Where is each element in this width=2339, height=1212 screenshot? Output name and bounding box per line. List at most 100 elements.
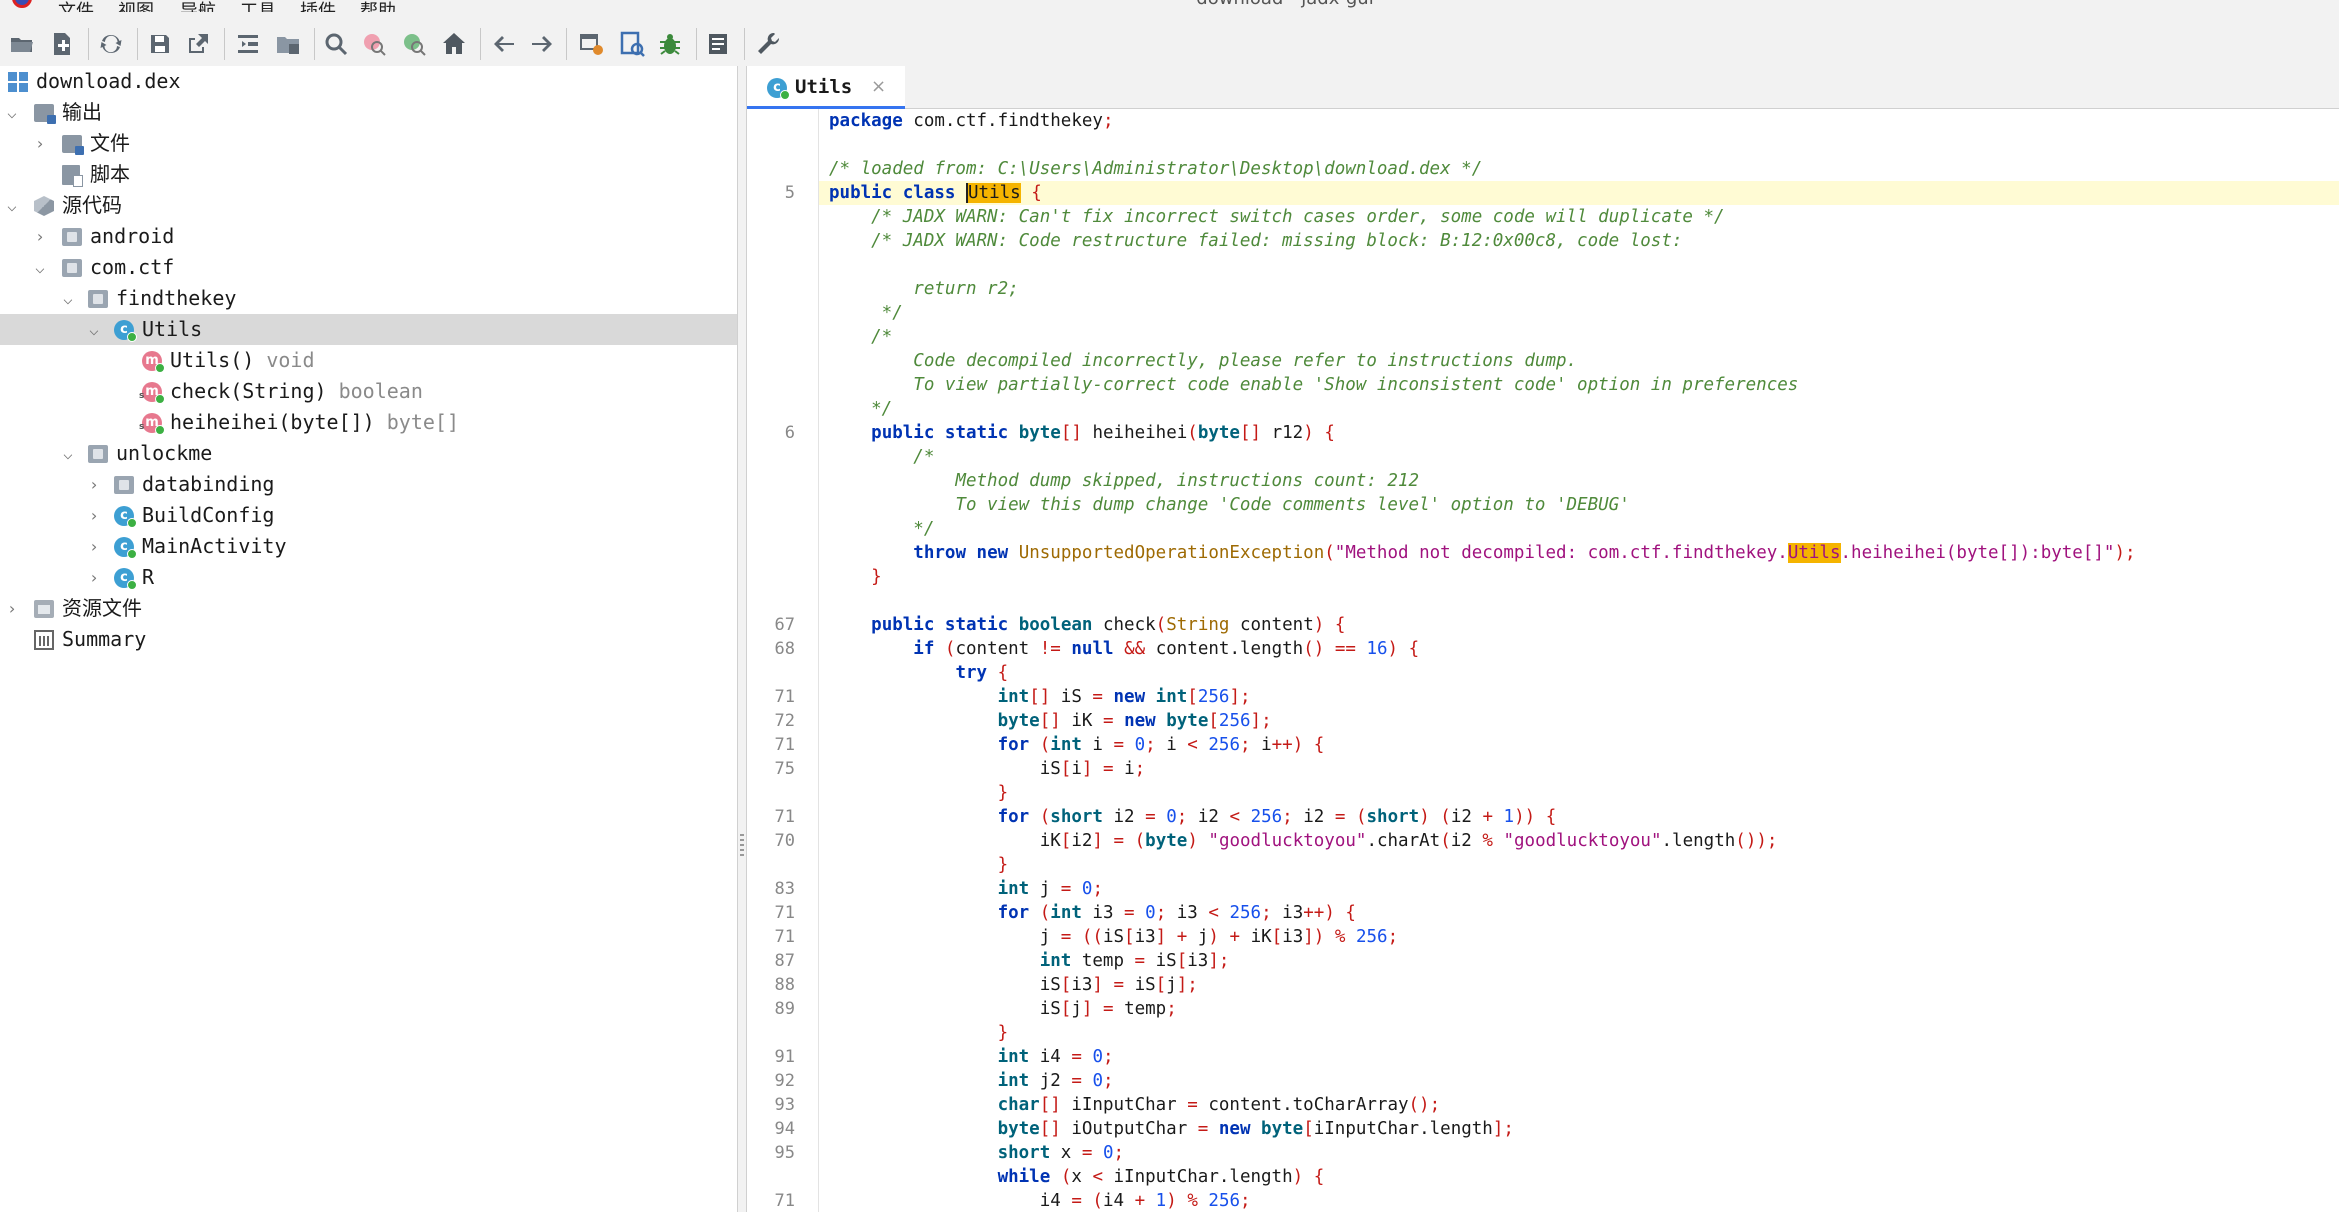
code-line: byte[] iOutputChar = new byte[iInputChar… xyxy=(997,1119,1514,1139)
code-line: j = ((iS[i3] + j) + iK[i3]) % 256; xyxy=(829,927,1399,947)
method-name: Utils() xyxy=(170,348,255,372)
code-line: for (short i2 = 0; i2 < 256; i2 = (short… xyxy=(997,807,1557,827)
chevron-right-icon[interactable]: › xyxy=(84,562,104,593)
tree-node-method-check[interactable]: m check(String) boolean xyxy=(0,376,737,407)
tree-node-label: BuildConfig xyxy=(142,503,275,527)
tree-node-android[interactable]: › android xyxy=(0,221,737,252)
tree-node-summary[interactable]: Summary xyxy=(0,624,737,655)
tree-node-label: 输出 xyxy=(62,100,102,124)
tree-node-utils[interactable]: ⌵ c Utils xyxy=(0,314,737,345)
chevron-down-icon[interactable]: ⌵ xyxy=(58,283,78,314)
chevron-right-icon[interactable]: › xyxy=(84,469,104,500)
tree-node-scripts[interactable]: 脚本 xyxy=(0,159,737,190)
line-number: 94 xyxy=(774,1119,795,1139)
line-number: 71 xyxy=(774,807,795,827)
tree-node-method-heiheihei[interactable]: m heiheihei(byte[]) byte[] xyxy=(0,407,737,438)
export-icon[interactable] xyxy=(182,28,214,60)
preferences-icon[interactable] xyxy=(752,28,784,60)
save-all-icon[interactable] xyxy=(144,28,176,60)
flat-packages-icon[interactable] xyxy=(272,28,304,60)
splitter-grip-icon[interactable] xyxy=(740,834,744,856)
code-line: i4 = (i4 + 1) % 256; xyxy=(829,1191,1251,1211)
line-number xyxy=(747,541,795,565)
code-line: */ xyxy=(829,519,935,539)
close-icon[interactable]: × xyxy=(871,66,886,108)
panel-splitter[interactable] xyxy=(738,66,746,1212)
tab-label: Utils xyxy=(795,76,853,98)
chevron-down-icon[interactable]: ⌵ xyxy=(2,190,22,221)
tab-utils[interactable]: c Utils × xyxy=(747,66,905,109)
line-number: 91 xyxy=(774,1047,795,1067)
back-icon[interactable] xyxy=(488,28,520,60)
tree-node-label: download.dex xyxy=(36,69,181,93)
line-number: 5 xyxy=(784,183,795,203)
code-line: byte[] iK = new byte[256]; xyxy=(997,711,1272,731)
code-view[interactable]: 5 6 67 68 71 72 71 75 71 70 83 71 71 87 88 89 91 92 93 94 95… xyxy=(747,109,2339,1212)
find-class-icon[interactable] xyxy=(358,28,390,60)
forward-icon[interactable] xyxy=(526,28,558,60)
code-line: short x = 0; xyxy=(997,1143,1125,1163)
line-number: 68 xyxy=(774,639,795,659)
tree-node-mainactivity[interactable]: › c MainActivity xyxy=(0,531,737,562)
tree-node-source-code[interactable]: ⌵ 源代码 xyxy=(0,190,737,221)
tree-node-output[interactable]: ⌵ 输出 xyxy=(0,97,737,128)
chevron-down-icon[interactable]: ⌵ xyxy=(30,252,50,283)
tree-node-databinding[interactable]: › databinding xyxy=(0,469,737,500)
chevron-right-icon[interactable]: › xyxy=(30,128,50,159)
line-number: 93 xyxy=(774,1095,795,1115)
tree-node-resources[interactable]: › 资源文件 xyxy=(0,593,737,624)
tree-node-download-dex[interactable]: download.dex xyxy=(0,66,737,97)
code-line: iS[i] = i; xyxy=(829,759,1146,779)
tree-node-buildconfig[interactable]: › c BuildConfig xyxy=(0,500,737,531)
chevron-down-icon[interactable]: ⌵ xyxy=(84,314,104,345)
tree-node-label: Utils xyxy=(142,317,203,341)
package-icon xyxy=(62,228,82,246)
code-line: Method dump skipped, instructions count:… xyxy=(829,471,1420,491)
debug-icon[interactable] xyxy=(654,28,686,60)
code-line: int j2 = 0; xyxy=(997,1071,1114,1091)
line-number xyxy=(747,469,795,493)
code-line: for (int i = 0; i < 256; i++) { xyxy=(997,735,1325,755)
deobfuscation-icon[interactable] xyxy=(576,28,608,60)
add-files-icon[interactable] xyxy=(46,28,78,60)
line-number xyxy=(747,325,795,349)
code-line: /* xyxy=(829,327,893,347)
chevron-right-icon[interactable]: › xyxy=(84,531,104,562)
find-usage-icon[interactable] xyxy=(398,28,430,60)
tree-node-files[interactable]: › 文件 xyxy=(0,128,737,159)
home-icon[interactable] xyxy=(438,28,470,60)
tree-node-unlockme[interactable]: ⌵ unlockme xyxy=(0,438,737,469)
sync-icon[interactable] xyxy=(95,28,127,60)
open-file-icon[interactable] xyxy=(6,28,38,60)
code-line: Code decompiled incorrectly, please refe… xyxy=(829,351,1578,371)
log-viewer-icon[interactable] xyxy=(702,28,734,60)
code-line: int temp = iS[i3]; xyxy=(1039,951,1230,971)
class-icon: c xyxy=(767,78,790,100)
line-number: 70 xyxy=(774,831,795,851)
chevron-right-icon[interactable]: › xyxy=(2,593,22,624)
quick-tabs-icon[interactable] xyxy=(616,28,648,60)
line-number: 92 xyxy=(774,1071,795,1091)
package-icon xyxy=(88,290,108,308)
chevron-down-icon[interactable]: ⌵ xyxy=(58,438,78,469)
tree-node-com-ctf[interactable]: ⌵ com.ctf xyxy=(0,252,737,283)
package-icon xyxy=(62,259,82,277)
line-number: 71 xyxy=(774,687,795,707)
tree-node-label: MainActivity xyxy=(142,534,287,558)
tree-node-label: 脚本 xyxy=(90,162,130,186)
line-number: 71 xyxy=(774,927,795,947)
chevron-right-icon[interactable]: › xyxy=(84,500,104,531)
chevron-down-icon[interactable]: ⌵ xyxy=(2,97,22,128)
tree-node-findthekey[interactable]: ⌵ findthekey xyxy=(0,283,737,314)
tree-node-r[interactable]: › c R xyxy=(0,562,737,593)
code-line: To view this dump change 'Code comments … xyxy=(829,495,1630,515)
tree-node-label: 资源文件 xyxy=(62,596,142,620)
method-name: heiheihei(byte[]) xyxy=(170,410,375,434)
tree-node-method-constructor[interactable]: m Utils() void xyxy=(0,345,737,376)
expand-icon[interactable] xyxy=(232,28,264,60)
search-icon[interactable] xyxy=(320,28,352,60)
tree-node-label: R xyxy=(142,565,155,589)
static-method-icon: m xyxy=(139,382,165,406)
chevron-right-icon[interactable]: › xyxy=(30,221,50,252)
